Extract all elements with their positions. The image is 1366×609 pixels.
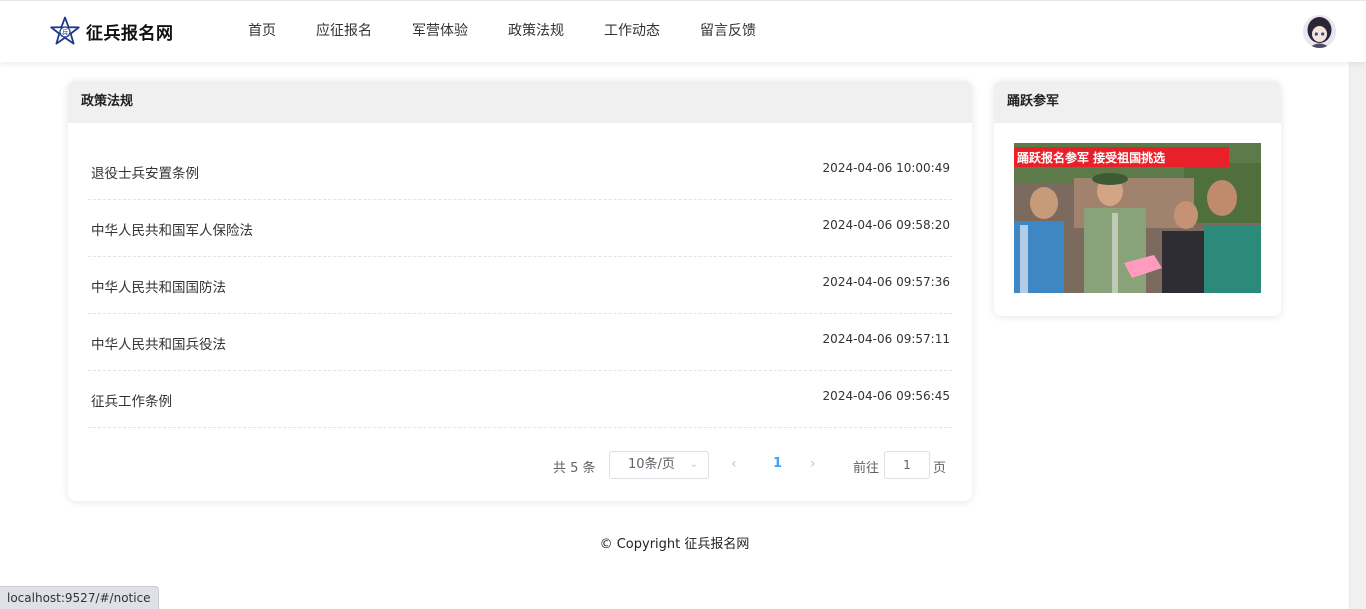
policy-item-time: 2024-04-06 09:56:45 xyxy=(822,389,950,403)
browser-status-url: localhost:9527/#/notice xyxy=(0,586,159,609)
svg-text:兵: 兵 xyxy=(62,28,69,37)
policy-list-item[interactable]: 中华人民共和国兵役法 2024-04-06 09:57:11 xyxy=(88,314,952,371)
pagination-total: 共 5 条 xyxy=(553,461,596,476)
nav-camp-experience[interactable]: 军营体验 xyxy=(412,20,468,42)
chevron-down-icon: ⌄ xyxy=(689,459,698,470)
site-title: 征兵报名网 xyxy=(86,23,174,44)
page-suffix-label: 页 xyxy=(933,461,947,476)
nav-home[interactable]: 首页 xyxy=(248,20,276,42)
enlist-card-title: 踊跃参军 xyxy=(994,81,1281,123)
policy-card: 政策法规 退役士兵安置条例 2024-04-06 10:00:49 中华人民共和… xyxy=(68,81,972,501)
policy-item-title[interactable]: 中华人民共和国兵役法 xyxy=(91,333,226,353)
page-size-select[interactable]: 10条/页 ⌄ xyxy=(609,451,709,479)
policy-list-item[interactable]: 中华人民共和国军人保险法 2024-04-06 09:58:20 xyxy=(88,200,952,257)
scrollbar-thumb[interactable] xyxy=(1353,64,1363,604)
page-scrollbar[interactable] xyxy=(1349,62,1366,609)
enlist-card: 踊跃参军 踊跃报名参军 接受祖国挑选 xyxy=(994,81,1281,316)
policy-item-time: 2024-04-06 09:57:36 xyxy=(822,275,950,289)
main-nav: 首页 应征报名 军营体验 政策法规 工作动态 留言反馈 xyxy=(248,20,796,42)
nav-feedback[interactable]: 留言反馈 xyxy=(700,20,756,42)
current-page-number[interactable]: 1 xyxy=(773,456,782,471)
policy-list-item[interactable]: 退役士兵安置条例 2024-04-06 10:00:49 xyxy=(88,143,952,200)
page-size-value: 10条/页 xyxy=(628,457,675,472)
policy-item-title[interactable]: 中华人民共和国国防法 xyxy=(91,276,226,296)
next-page-icon[interactable]: › xyxy=(810,456,816,472)
site-logo[interactable]: 兵 征兵报名网 xyxy=(50,14,174,48)
top-header: 兵 征兵报名网 首页 应征报名 军营体验 政策法规 工作动态 留言反馈 xyxy=(0,0,1366,62)
goto-page-input[interactable] xyxy=(884,451,930,479)
nav-enlistment[interactable]: 应征报名 xyxy=(316,20,372,42)
user-avatar[interactable] xyxy=(1303,15,1336,48)
policy-item-title[interactable]: 退役士兵安置条例 xyxy=(91,162,199,182)
page-footer: © Copyright 征兵报名网 xyxy=(599,537,750,552)
nav-policies[interactable]: 政策法规 xyxy=(508,20,564,42)
recruitment-photo: 踊跃报名参军 接受祖国挑选 xyxy=(1014,143,1261,293)
goto-label: 前往 xyxy=(853,461,880,476)
policy-card-title: 政策法规 xyxy=(68,81,972,123)
policy-list-item[interactable]: 中华人民共和国国防法 2024-04-06 09:57:36 xyxy=(88,257,952,314)
star-logo-icon: 兵 xyxy=(50,16,80,45)
avatar-image xyxy=(1303,15,1336,48)
banner-slogan: 踊跃报名参军 接受祖国挑选 xyxy=(1017,150,1165,165)
pagination: 共 5 条 10条/页 ⌄ ‹ 1 › 前往 页 xyxy=(68,451,972,479)
policy-item-title[interactable]: 征兵工作条例 xyxy=(91,390,172,410)
nav-work-news[interactable]: 工作动态 xyxy=(604,20,660,42)
policy-list: 退役士兵安置条例 2024-04-06 10:00:49 中华人民共和国军人保险… xyxy=(88,143,952,428)
policy-item-time: 2024-04-06 09:58:20 xyxy=(822,218,950,232)
policy-item-title[interactable]: 中华人民共和国军人保险法 xyxy=(91,219,253,239)
policy-item-time: 2024-04-06 10:00:49 xyxy=(822,161,950,175)
prev-page-icon[interactable]: ‹ xyxy=(731,456,737,472)
policy-list-item[interactable]: 征兵工作条例 2024-04-06 09:56:45 xyxy=(88,371,952,428)
policy-item-time: 2024-04-06 09:57:11 xyxy=(822,332,950,346)
recruitment-banner-image[interactable]: 踊跃报名参军 接受祖国挑选 xyxy=(1014,143,1261,293)
